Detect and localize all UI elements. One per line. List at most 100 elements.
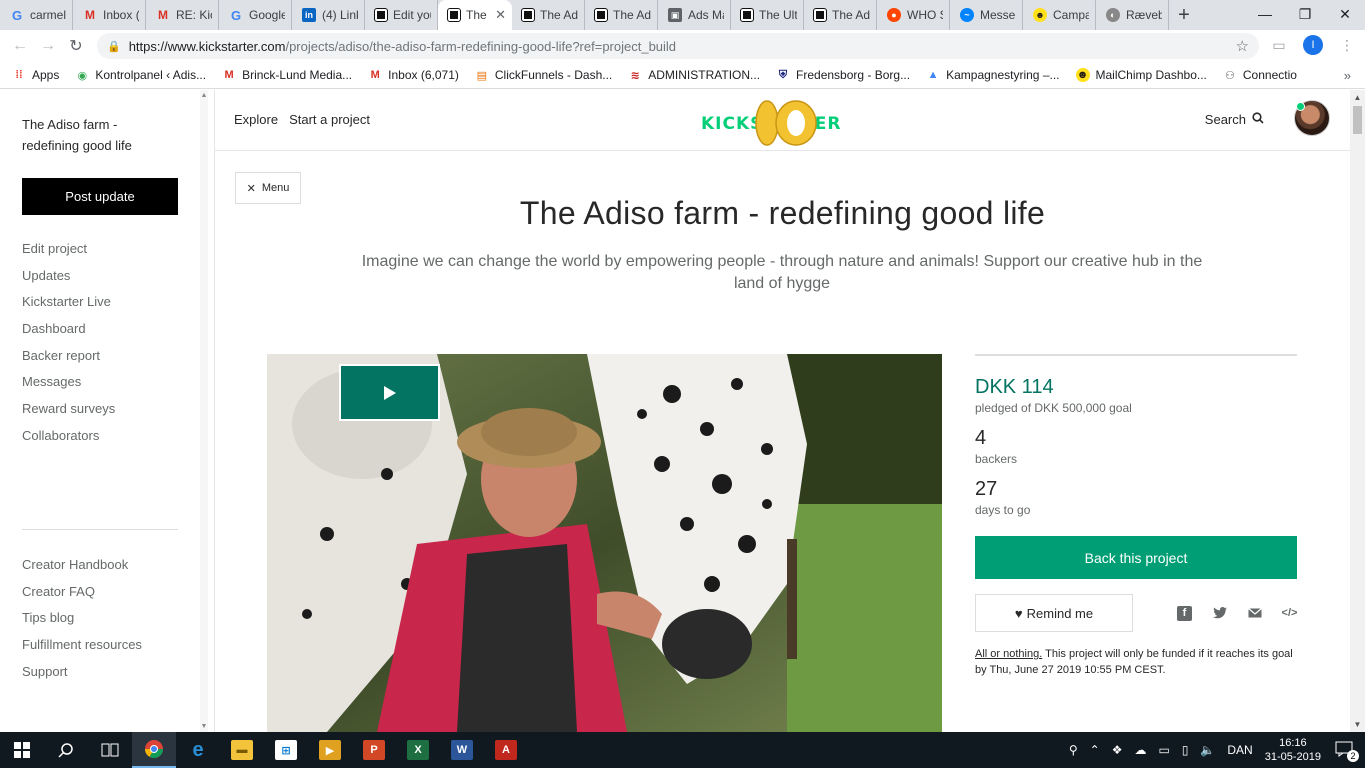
globe-icon: ◐: [1106, 8, 1120, 22]
remind-me-label: Remind me: [1026, 605, 1094, 621]
new-tab-button[interactable]: +: [1169, 0, 1199, 30]
kickstarter-10-logo[interactable]: KICKSTARTER: [701, 99, 857, 149]
bookmark-item[interactable]: ≋ ADMINISTRATION...: [628, 68, 760, 82]
file-explorer-icon[interactable]: ▬: [220, 732, 264, 768]
sidebar-item-edit-project[interactable]: Edit project: [22, 240, 115, 267]
sidebar-scrollbar[interactable]: ▲ ▼: [200, 90, 208, 732]
extension-icon[interactable]: ▭: [1269, 35, 1289, 55]
browser-tab[interactable]: M Inbox (6: [73, 0, 146, 30]
sidebar-item-support[interactable]: Support: [22, 663, 142, 690]
sidebar-item-collaborators[interactable]: Collaborators: [22, 427, 115, 454]
sidebar-item-reward-surveys[interactable]: Reward surveys: [22, 400, 115, 427]
chrome-taskbar-icon[interactable]: [132, 732, 176, 768]
close-window-icon[interactable]: ✕: [1325, 0, 1365, 30]
explore-link[interactable]: Explore: [234, 112, 278, 127]
dropbox-icon[interactable]: ❖: [1112, 743, 1123, 757]
bookmark-item[interactable]: ☻ MailChimp Dashbo...: [1075, 68, 1207, 82]
chrome-menu-icon[interactable]: ⋮: [1337, 35, 1357, 55]
minimize-icon[interactable]: —: [1245, 0, 1285, 30]
onedrive-icon[interactable]: ☁: [1134, 743, 1146, 757]
search-button[interactable]: Search: [1205, 112, 1264, 127]
email-icon[interactable]: [1247, 606, 1262, 621]
search-icon[interactable]: [44, 732, 88, 768]
sidebar-item-updates[interactable]: Updates: [22, 267, 115, 294]
scrollbar-thumb[interactable]: [1353, 106, 1362, 134]
bookmark-item[interactable]: ⚇ Connectio: [1223, 68, 1297, 82]
notification-center-icon[interactable]: 2: [1335, 741, 1359, 762]
sidebar-item-tips-blog[interactable]: Tips blog: [22, 609, 142, 636]
media-player-icon[interactable]: ▶: [308, 732, 352, 768]
task-view-icon[interactable]: [88, 732, 132, 768]
language-indicator[interactable]: DAN: [1227, 743, 1252, 757]
people-icon[interactable]: ⚲: [1069, 743, 1078, 757]
address-bar[interactable]: 🔒 https://www.kickstarter.com/projects/a…: [97, 33, 1259, 59]
clock[interactable]: 16:16 31-05-2019: [1265, 736, 1321, 764]
scroll-down-icon[interactable]: ▼: [200, 723, 208, 730]
more-bookmarks-icon[interactable]: »: [1344, 68, 1351, 83]
browser-tab[interactable]: ▣ Ads Ma: [658, 0, 731, 30]
back-this-project-button[interactable]: Back this project: [975, 536, 1297, 579]
back-arrow-icon[interactable]: ←: [6, 37, 34, 55]
browser-tab-active[interactable]: The ✕: [438, 0, 512, 30]
acrobat-icon[interactable]: A: [484, 732, 528, 768]
forward-arrow-icon[interactable]: →: [34, 37, 62, 55]
facebook-icon[interactable]: f: [1177, 605, 1192, 621]
profile-avatar[interactable]: I: [1303, 35, 1323, 55]
post-update-button[interactable]: Post update: [22, 178, 178, 215]
browser-tab[interactable]: The Ult: [731, 0, 804, 30]
bookmark-item[interactable]: M Brinck-Lund Media...: [222, 68, 353, 82]
bookmark-item[interactable]: ▤ ClickFunnels - Dash...: [475, 68, 613, 82]
page-scrollbar[interactable]: ▲ ▼: [1350, 90, 1365, 732]
battery-icon[interactable]: ▯: [1182, 743, 1189, 757]
browser-tab[interactable]: The Adi: [585, 0, 658, 30]
browser-tab[interactable]: G Google: [219, 0, 292, 30]
browser-tab[interactable]: Gcarmela: [0, 0, 73, 30]
start-project-link[interactable]: Start a project: [289, 112, 370, 127]
edge-icon[interactable]: e: [176, 732, 220, 768]
sidebar-item-creator-handbook[interactable]: Creator Handbook: [22, 556, 142, 583]
user-avatar[interactable]: [1294, 100, 1330, 136]
browser-tab[interactable]: The Adi: [512, 0, 585, 30]
restore-icon[interactable]: ❐: [1285, 0, 1325, 30]
scroll-up-icon[interactable]: ▲: [1350, 93, 1365, 102]
sidebar-item-dashboard[interactable]: Dashboard: [22, 320, 115, 347]
volume-icon[interactable]: 🔈: [1200, 743, 1215, 757]
twitter-icon[interactable]: [1212, 606, 1227, 621]
bookmark-star-icon[interactable]: ☆: [1236, 37, 1249, 55]
browser-tab[interactable]: ◐ Rævebj: [1096, 0, 1169, 30]
play-button[interactable]: [339, 364, 440, 421]
windows-start-icon[interactable]: [0, 732, 44, 768]
excel-icon[interactable]: X: [396, 732, 440, 768]
store-icon[interactable]: ⊞: [264, 732, 308, 768]
word-icon[interactable]: W: [440, 732, 484, 768]
browser-tab[interactable]: The Adi: [804, 0, 877, 30]
display-icon[interactable]: ▭: [1158, 743, 1169, 757]
bookmark-item[interactable]: ⛨ Fredensborg - Borg...: [776, 68, 910, 82]
browser-tab[interactable]: ● WHO S: [877, 0, 950, 30]
sidebar-item-kickstarter-live[interactable]: Kickstarter Live: [22, 293, 115, 320]
chevron-up-icon[interactable]: ⌃: [1090, 743, 1100, 757]
browser-tab[interactable]: M RE: Kick: [146, 0, 219, 30]
browser-tab[interactable]: ~ Messen: [950, 0, 1023, 30]
close-tab-icon[interactable]: ✕: [495, 7, 506, 23]
all-or-nothing-link[interactable]: All or nothing.: [975, 648, 1042, 660]
powerpoint-icon[interactable]: P: [352, 732, 396, 768]
sidebar-project-title[interactable]: The Adiso farm - redefining good life: [22, 114, 172, 156]
sidebar-item-fulfillment-resources[interactable]: Fulfillment resources: [22, 636, 142, 663]
browser-tab[interactable]: ☻ Campai: [1023, 0, 1096, 30]
sidebar-item-creator-faq[interactable]: Creator FAQ: [22, 583, 142, 610]
scroll-down-icon[interactable]: ▼: [1350, 720, 1365, 729]
reload-icon[interactable]: ↻: [62, 36, 90, 56]
tab-title: The Adi: [832, 8, 870, 22]
bookmark-item[interactable]: ▲ Kampagnestyring –...: [926, 68, 1060, 82]
bookmark-item[interactable]: ◉ Kontrolpanel ‹ Adis...: [75, 68, 207, 82]
embed-code-icon[interactable]: </>: [1282, 606, 1298, 621]
browser-tab[interactable]: in (4) Link: [292, 0, 365, 30]
scroll-up-icon[interactable]: ▲: [200, 92, 208, 99]
sidebar-item-messages[interactable]: Messages: [22, 373, 115, 400]
remind-me-button[interactable]: ♥ Remind me: [975, 594, 1133, 632]
sidebar-item-backer-report[interactable]: Backer report: [22, 347, 115, 374]
browser-tab[interactable]: Edit you: [365, 0, 438, 30]
bookmark-item[interactable]: M Inbox (6,071): [368, 68, 459, 82]
bookmark-item[interactable]: ⁞⁞ Apps: [12, 68, 59, 82]
